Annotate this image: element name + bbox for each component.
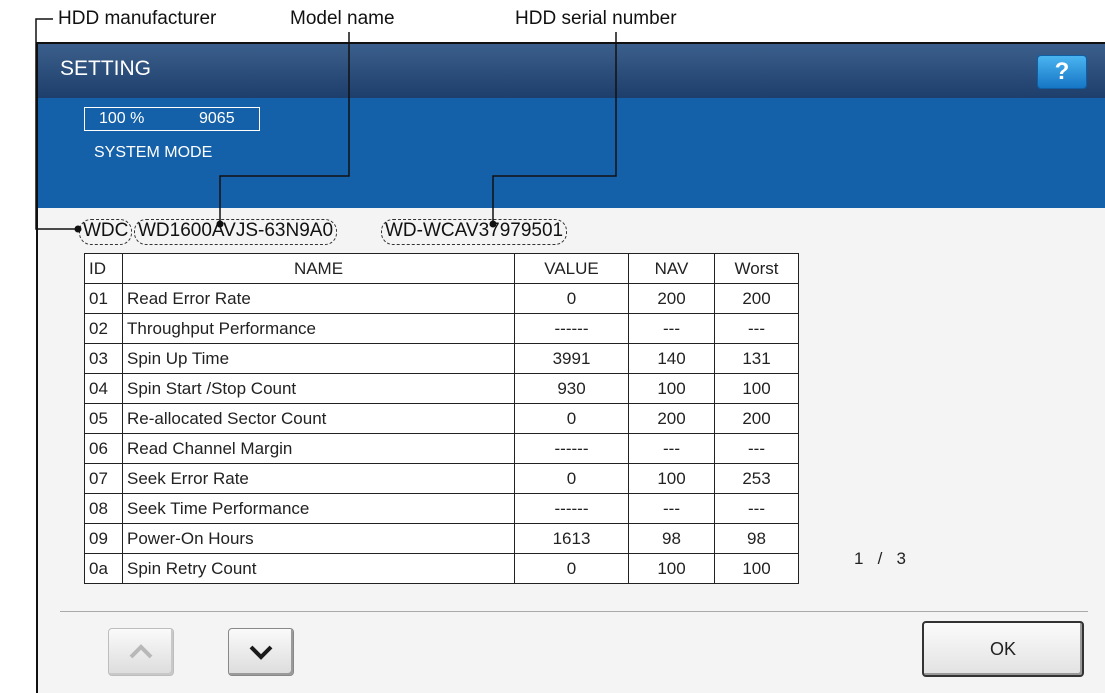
callout-hdd-serial: HDD serial number <box>515 8 677 29</box>
column-header-value: VALUE <box>514 253 629 284</box>
status-area: 100 % 9065 SYSTEM MODE <box>38 98 1105 208</box>
hdd-manufacturer: WDC <box>79 219 133 245</box>
page-total: 3 <box>896 549 907 568</box>
cell-name: Read Channel Margin <box>122 433 515 464</box>
cell-value: 3991 <box>514 343 629 374</box>
cell-value: 0 <box>514 553 629 584</box>
cell-worst: --- <box>714 493 799 524</box>
page-up-button[interactable] <box>108 628 174 676</box>
table-row: 06 Read Channel Margin ------ --- --- <box>84 433 799 464</box>
screen-title: SETTING <box>60 57 152 80</box>
callout-model-name: Model name <box>290 8 395 29</box>
table-row: 03 Spin Up Time 3991 140 131 <box>84 343 799 374</box>
table-row: 08 Seek Time Performance ------ --- --- <box>84 493 799 524</box>
callout-hdd-manufacturer: HDD manufacturer <box>58 8 217 29</box>
cell-worst: --- <box>714 433 799 464</box>
cell-name: Seek Time Performance <box>122 493 515 524</box>
cell-worst: 200 <box>714 283 799 314</box>
cell-id: 08 <box>84 493 123 524</box>
chevron-down-icon <box>249 645 273 660</box>
page-down-button[interactable] <box>228 628 294 676</box>
cell-id: 06 <box>84 433 123 464</box>
column-header-nav: NAV <box>628 253 715 284</box>
smart-table-body: 01 Read Error Rate 0 200 200 02 Throughput Pe… <box>84 283 799 584</box>
cell-nav: 98 <box>628 523 715 554</box>
cell-value: 0 <box>514 463 629 494</box>
cell-value: 0 <box>514 403 629 434</box>
cell-nav: 100 <box>628 553 715 584</box>
cell-name: Seek Error Rate <box>122 463 515 494</box>
table-row: 02 Throughput Performance ------ --- --- <box>84 313 799 344</box>
cell-id: 04 <box>84 373 123 404</box>
column-header-id: ID <box>84 253 123 284</box>
cell-nav: --- <box>628 313 715 344</box>
setting-screen: SETTING ? 100 % 9065 SYSTEM MODE WDC WD1… <box>36 42 1105 693</box>
cell-worst: 98 <box>714 523 799 554</box>
cell-name: Throughput Performance <box>122 313 515 344</box>
cell-value: ------ <box>514 493 629 524</box>
ok-button[interactable]: OK <box>922 621 1084 677</box>
cell-id: 02 <box>84 313 123 344</box>
cell-nav: --- <box>628 493 715 524</box>
cell-id: 09 <box>84 523 123 554</box>
table-row: 04 Spin Start /Stop Count 930 100 100 <box>84 373 799 404</box>
cell-worst: 253 <box>714 463 799 494</box>
cell-id: 05 <box>84 403 123 434</box>
cell-value: ------ <box>514 433 629 464</box>
table-row: 07 Seek Error Rate 0 100 253 <box>84 463 799 494</box>
table-row: 01 Read Error Rate 0 200 200 <box>84 283 799 314</box>
cell-id: 03 <box>84 343 123 374</box>
table-row: 05 Re-allocated Sector Count 0 200 200 <box>84 403 799 434</box>
cell-nav: 200 <box>628 283 715 314</box>
cell-nav: 100 <box>628 373 715 404</box>
divider <box>60 611 1088 612</box>
table-row: 09 Power-On Hours 1613 98 98 <box>84 523 799 554</box>
cell-name: Spin Up Time <box>122 343 515 374</box>
cell-worst: --- <box>714 313 799 344</box>
cell-id: 07 <box>84 463 123 494</box>
cell-name: Spin Retry Count <box>122 553 515 584</box>
cell-worst: 200 <box>714 403 799 434</box>
cell-value: 930 <box>514 373 629 404</box>
cell-nav: --- <box>628 433 715 464</box>
cell-worst: 100 <box>714 553 799 584</box>
system-mode-label: SYSTEM MODE <box>94 144 213 161</box>
cell-value: 1613 <box>514 523 629 554</box>
column-header-worst: Worst <box>714 253 799 284</box>
cell-name: Spin Start /Stop Count <box>122 373 515 404</box>
cell-id: 0a <box>84 553 123 584</box>
help-button[interactable]: ? <box>1037 55 1087 89</box>
cell-id: 01 <box>84 283 123 314</box>
percent-value: 100 % <box>99 110 145 127</box>
hdd-model-name: WD1600AVJS-63N9A0 <box>134 219 338 245</box>
cell-name: Power-On Hours <box>122 523 515 554</box>
cell-name: Read Error Rate <box>122 283 515 314</box>
smart-table: ID NAME VALUE NAV Worst 01 Read Error Rat… <box>84 253 799 584</box>
cell-nav: 140 <box>628 343 715 374</box>
page-indicator: 1 / 3 <box>854 549 906 569</box>
page-separator: / <box>877 549 883 568</box>
cell-worst: 131 <box>714 343 799 374</box>
column-header-name: NAME <box>122 253 515 284</box>
hdd-serial-number: WD-WCAV37979501 <box>381 219 568 245</box>
cell-value: 0 <box>514 283 629 314</box>
chevron-up-icon <box>129 644 153 659</box>
title-bar: SETTING ? <box>38 44 1105 98</box>
counter-display: 100 % 9065 <box>84 107 260 131</box>
cell-value: ------ <box>514 313 629 344</box>
page-current: 1 <box>854 549 864 568</box>
table-row: 0a Spin Retry Count 0 100 100 <box>84 553 799 584</box>
count-value: 9065 <box>199 110 235 127</box>
cell-nav: 100 <box>628 463 715 494</box>
cell-nav: 200 <box>628 403 715 434</box>
table-header-row: ID NAME VALUE NAV Worst <box>84 253 799 284</box>
cell-name: Re-allocated Sector Count <box>122 403 515 434</box>
cell-worst: 100 <box>714 373 799 404</box>
